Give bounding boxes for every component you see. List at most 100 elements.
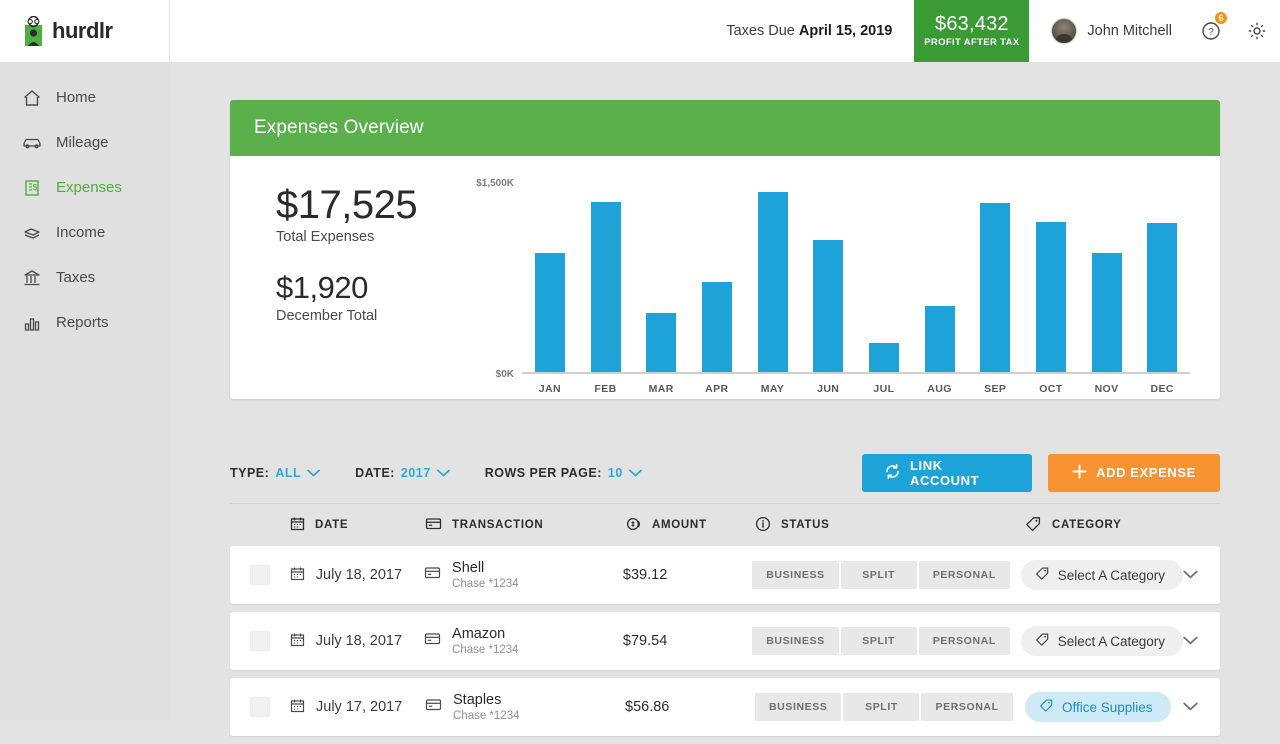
table-header: DATE TRANSACTION AMOUNT [230,504,1220,546]
status-option-business[interactable]: BUSINESS [752,627,838,655]
user-menu[interactable]: John Mitchell [1029,0,1188,62]
row-expand-button[interactable] [1183,632,1220,650]
select-all-checkbox[interactable] [250,515,252,534]
category-select[interactable]: Select A Category [1021,560,1183,590]
row-merchant: Staples [453,692,520,709]
table-row[interactable]: July 18, 2017 Amazon Chase *1234 $79.54 … [230,612,1220,670]
link-account-button[interactable]: LINK ACCOUNT [862,454,1032,492]
row-account: Chase *1234 [452,644,519,656]
column-header-status[interactable]: STATUS [755,516,1025,535]
user-name: John Mitchell [1087,23,1172,39]
row-merchant: Shell [452,560,519,577]
filter-rows-per-page[interactable]: ROWS PER PAGE: 10 [485,464,642,482]
gear-icon [1247,21,1267,41]
row-date-cell: July 18, 2017 [290,566,424,585]
help-badge-count: 6 [1214,11,1228,25]
column-header-label: STATUS [781,519,830,531]
chart-x-label: FEB [578,383,634,395]
chart-bar [702,282,732,372]
chart-bar [758,192,788,372]
profit-after-tax-badge[interactable]: $63,432 PROFIT AFTER TAX [914,0,1029,62]
row-select-cell [230,697,290,717]
column-header-transaction[interactable]: TRANSACTION [425,516,625,534]
chart-bars [522,184,1190,372]
row-amount-cell: $39.12 [623,567,752,583]
status-option-personal[interactable]: PERSONAL [919,627,1010,655]
status-option-personal[interactable]: PERSONAL [921,693,1012,721]
row-category-cell: Select A Category [1021,560,1220,590]
row-checkbox[interactable] [250,565,270,585]
row-checkbox[interactable] [250,697,270,717]
total-expenses-label: Total Expenses [276,229,460,245]
column-header-label: CATEGORY [1052,519,1122,531]
calendar-icon [290,632,305,651]
filter-date-label: DATE: [355,466,395,480]
column-header-category[interactable]: CATEGORY [1025,516,1220,535]
row-amount: $79.54 [623,633,667,649]
credit-card-icon [424,631,441,651]
row-expand-button[interactable] [1183,566,1220,584]
chart-x-label: MAY [745,383,801,395]
row-select-cell [230,565,290,585]
row-amount: $39.12 [623,567,667,583]
card-header: Expenses Overview [230,100,1220,156]
status-option-split[interactable]: SPLIT [841,627,917,655]
total-expenses-amount: $17,525 [276,184,460,226]
row-amount-cell: $56.86 [625,699,755,715]
column-header-date[interactable]: DATE [290,516,425,534]
bank-icon [22,268,42,288]
money-stack-icon [22,223,42,243]
settings-button[interactable] [1234,0,1280,62]
chart-x-label: OCT [1023,383,1079,395]
row-checkbox[interactable] [250,631,270,651]
app-logo-text: hurdlr [52,18,113,44]
svg-text:$: $ [33,183,38,192]
add-expense-button[interactable]: ADD EXPENSE [1048,454,1220,492]
status-option-business[interactable]: BUSINESS [752,561,838,589]
calendar-icon [290,698,305,717]
coins-icon [625,516,642,535]
row-status-cell: BUSINESSSPLITPERSONAL [752,561,1020,589]
status-option-split[interactable]: SPLIT [841,561,917,589]
status-segmented-control: BUSINESSSPLITPERSONAL [752,627,1010,655]
sidebar-item-expenses[interactable]: $ Expenses [0,165,170,210]
receipt-icon: $ [22,178,42,198]
column-header-amount[interactable]: AMOUNT [625,516,755,535]
app-logo[interactable]: hurdlr [0,0,170,62]
chart-bar-column [1134,184,1190,372]
sidebar-item-income[interactable]: Income [0,210,170,255]
link-account-label: LINK ACCOUNT [910,458,1010,488]
filter-rows-label: ROWS PER PAGE: [485,466,602,480]
card-body: $17,525 Total Expenses $1,920 December T… [230,156,1220,399]
chart-x-label: MAR [633,383,689,395]
sidebar-item-mileage[interactable]: Mileage [0,120,170,165]
status-option-split[interactable]: SPLIT [843,693,919,721]
sidebar-item-reports[interactable]: Reports [0,300,170,345]
sidebar-item-taxes[interactable]: Taxes [0,255,170,300]
row-date: July 18, 2017 [316,567,402,583]
status-option-business[interactable]: BUSINESS [755,693,841,721]
row-expand-button[interactable] [1183,698,1220,716]
category-label: Select A Category [1058,568,1165,583]
chart-bar-column [967,184,1023,372]
main-content: Expenses Overview $17,525 Total Expenses… [170,62,1280,720]
filter-date[interactable]: DATE: 2017 [355,464,450,482]
row-account: Chase *1234 [453,710,520,722]
category-select[interactable]: Office Supplies [1025,692,1171,722]
table-row[interactable]: July 17, 2017 Staples Chase *1234 $56.86… [230,678,1220,736]
status-option-personal[interactable]: PERSONAL [919,561,1010,589]
row-date-cell: July 18, 2017 [290,632,424,651]
taxes-due: Taxes Due April 15, 2019 [726,0,914,62]
category-select[interactable]: Select A Category [1021,626,1183,656]
filter-type[interactable]: TYPE: ALL [230,464,320,482]
chart-bar-column [800,184,856,372]
profit-amount: $63,432 [935,13,1009,35]
help-button[interactable]: ? 6 [1188,0,1234,62]
table-row[interactable]: July 18, 2017 Shell Chase *1234 $39.12 B… [230,546,1220,604]
tag-icon [1035,566,1050,584]
sidebar-item-home[interactable]: Home [0,75,170,120]
home-icon [22,88,42,108]
sidebar-item-label: Taxes [56,269,95,286]
row-amount-cell: $79.54 [623,633,752,649]
bar-chart-icon [22,313,42,333]
